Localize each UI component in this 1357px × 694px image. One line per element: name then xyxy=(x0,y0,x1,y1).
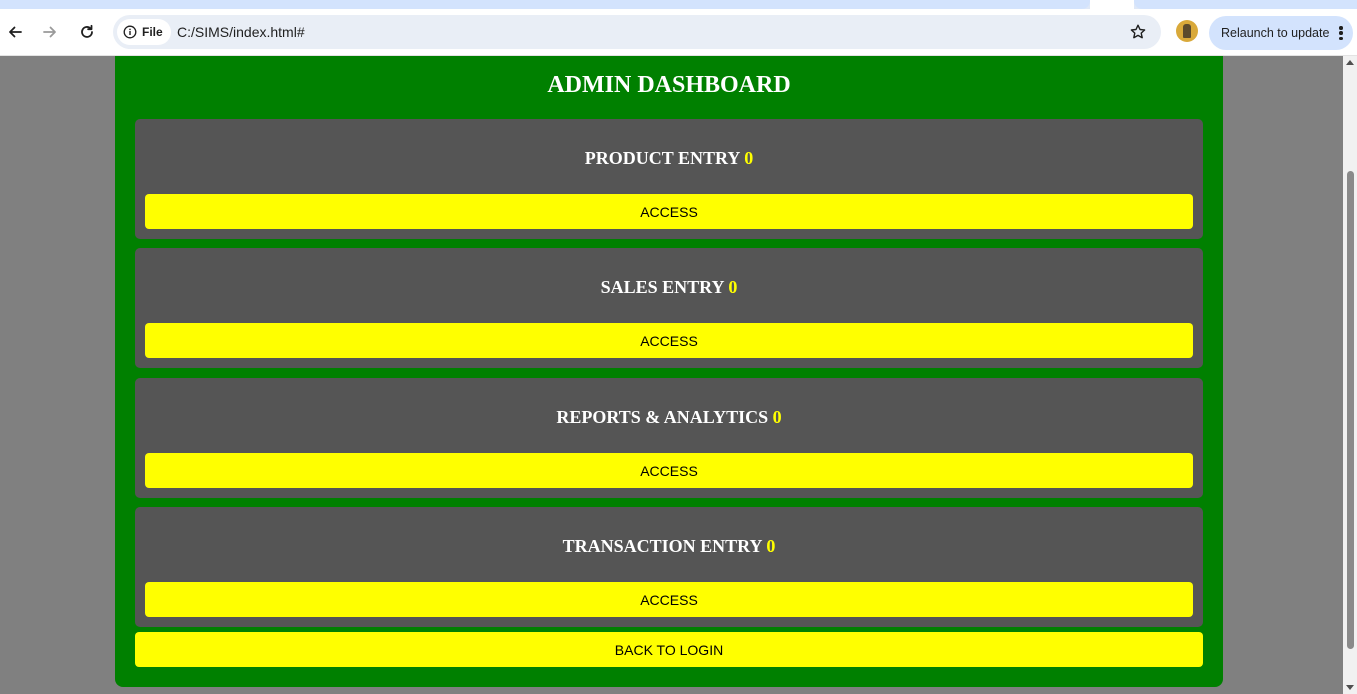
relaunch-label: Relaunch to update xyxy=(1221,26,1330,40)
back-to-login-button[interactable]: BACK TO LOGIN xyxy=(135,632,1203,667)
address-bar[interactable]: File C:/SIMS/index.html# xyxy=(113,15,1161,49)
product-entry-access-button[interactable]: ACCESS xyxy=(145,194,1193,229)
tab-inactive-right[interactable] xyxy=(1134,0,1357,9)
page-viewport: ADMIN DASHBOARD PRODUCT ENTRY 0 ACCESS S… xyxy=(0,56,1343,694)
card-title: REPORTS & ANALYTICS 0 xyxy=(135,407,1203,428)
card-count: 0 xyxy=(728,277,738,297)
card-sales-entry: SALES ENTRY 0 ACCESS xyxy=(135,248,1203,368)
profile-avatar[interactable] xyxy=(1176,20,1198,42)
back-arrow-icon xyxy=(9,26,22,38)
forward-button[interactable] xyxy=(36,18,64,46)
browser-toolbar: File C:/SIMS/index.html# Relaunch to upd… xyxy=(0,9,1357,56)
sales-entry-access-button[interactable]: ACCESS xyxy=(145,323,1193,358)
card-count: 0 xyxy=(766,536,776,556)
card-title: PRODUCT ENTRY 0 xyxy=(135,148,1203,169)
info-icon xyxy=(123,25,137,39)
url-text[interactable]: C:/SIMS/index.html# xyxy=(177,24,305,40)
card-transaction-entry: TRANSACTION ENTRY 0 ACCESS xyxy=(135,507,1203,627)
tab-active[interactable] xyxy=(1090,0,1134,9)
reload-button[interactable] xyxy=(73,18,101,46)
transaction-entry-access-button[interactable]: ACCESS xyxy=(145,582,1193,617)
card-label: TRANSACTION ENTRY xyxy=(562,536,762,556)
kebab-menu-icon[interactable] xyxy=(1339,26,1343,40)
card-label: SALES ENTRY xyxy=(600,277,724,297)
scroll-down-arrow-icon[interactable] xyxy=(1346,685,1354,690)
reports-analytics-access-button[interactable]: ACCESS xyxy=(145,453,1193,488)
tab-strip xyxy=(0,0,1357,9)
reload-icon xyxy=(81,24,93,38)
back-button[interactable] xyxy=(1,18,29,46)
card-product-entry: PRODUCT ENTRY 0 ACCESS xyxy=(135,119,1203,239)
card-title: TRANSACTION ENTRY 0 xyxy=(135,536,1203,557)
scrollbar-thumb[interactable] xyxy=(1347,171,1354,649)
avatar-figure xyxy=(1183,24,1191,38)
card-reports-analytics: REPORTS & ANALYTICS 0 ACCESS xyxy=(135,378,1203,498)
card-label: REPORTS & ANALYTICS xyxy=(556,407,769,427)
card-label: PRODUCT ENTRY xyxy=(584,148,740,168)
card-count: 0 xyxy=(772,407,782,427)
admin-dashboard: ADMIN DASHBOARD PRODUCT ENTRY 0 ACCESS S… xyxy=(115,56,1223,687)
relaunch-button[interactable]: Relaunch to update xyxy=(1209,16,1353,50)
page-title: ADMIN DASHBOARD xyxy=(547,72,791,98)
forward-arrow-icon xyxy=(43,26,56,38)
card-count: 0 xyxy=(744,148,754,168)
scheme-label: File xyxy=(142,25,163,39)
vertical-scrollbar[interactable] xyxy=(1343,56,1357,694)
tab-inactive[interactable] xyxy=(0,0,1090,9)
star-icon[interactable] xyxy=(1129,23,1147,41)
card-title: SALES ENTRY 0 xyxy=(135,277,1203,298)
scroll-up-arrow-icon[interactable] xyxy=(1346,60,1354,65)
site-info-chip[interactable]: File xyxy=(117,19,171,45)
